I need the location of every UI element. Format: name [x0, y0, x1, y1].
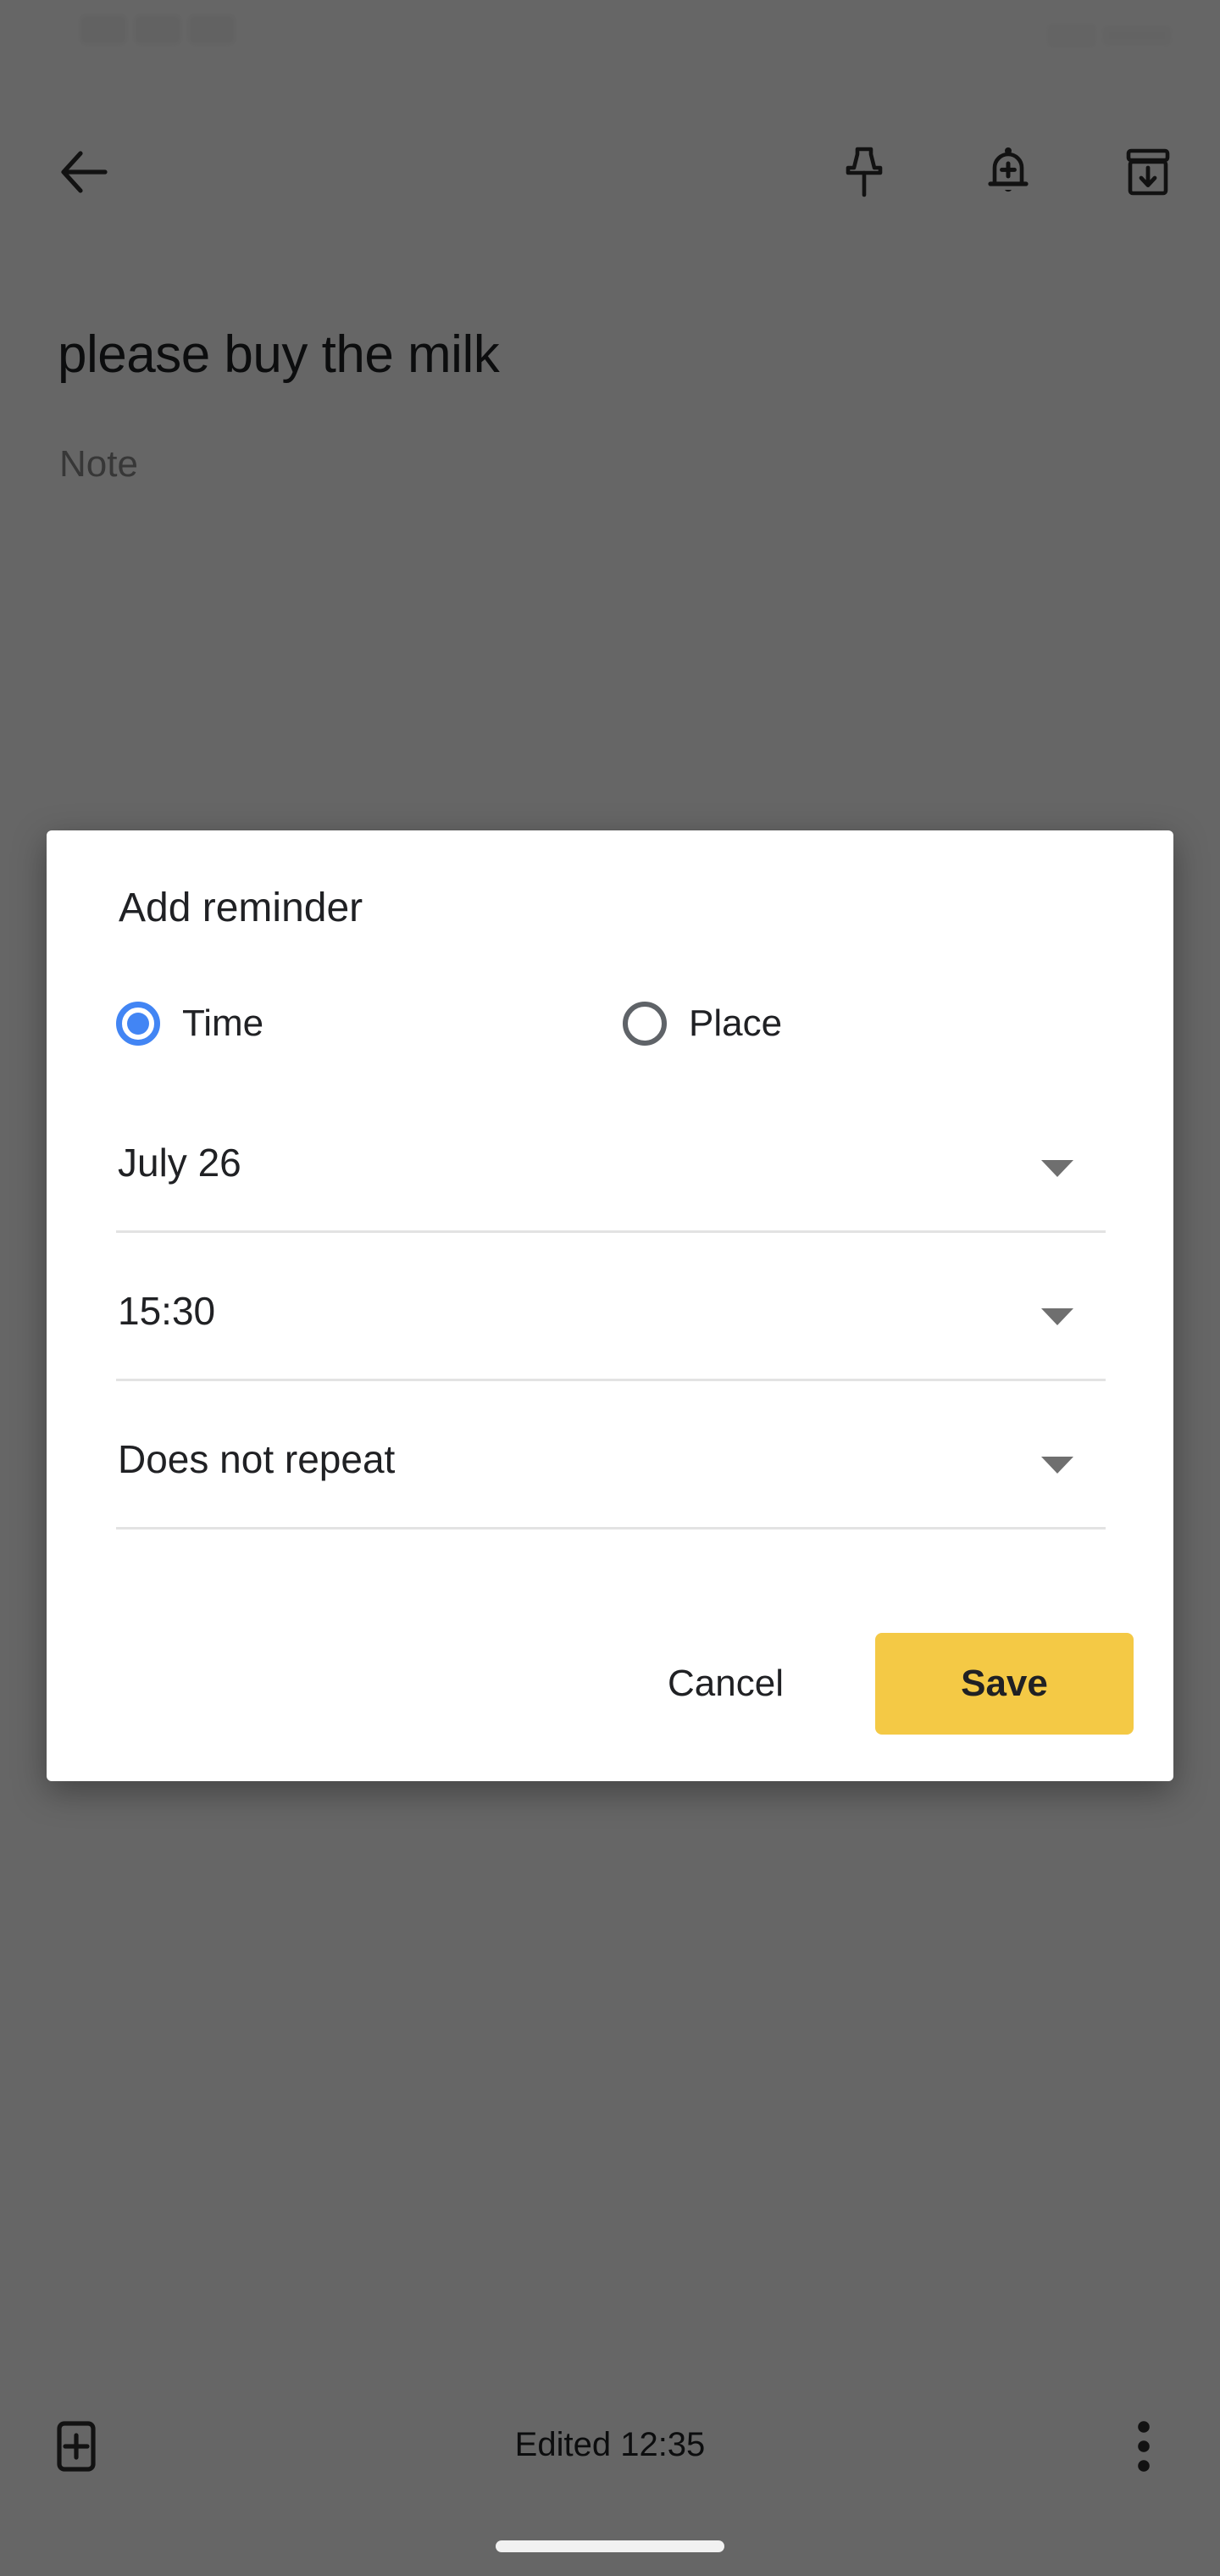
phone-screen: ) — [0, 0, 1220, 2576]
chevron-down-icon — [1041, 1457, 1073, 1474]
radio-unselected-icon[interactable] — [623, 1002, 667, 1046]
radio-option-time[interactable]: Time — [116, 985, 263, 1062]
date-value: July 26 — [118, 1141, 241, 1185]
chevron-down-icon — [1041, 1308, 1073, 1325]
save-button[interactable]: Save — [875, 1633, 1134, 1735]
dialog-action-row: Cancel Save — [47, 1633, 1173, 1735]
radio-label-time: Time — [182, 1002, 264, 1044]
date-dropdown[interactable]: July 26 — [116, 1123, 1106, 1233]
radio-selected-icon[interactable] — [116, 1002, 160, 1046]
repeat-dropdown[interactable]: Does not repeat — [116, 1419, 1106, 1530]
field-underline — [116, 1379, 1106, 1381]
repeat-value: Does not repeat — [118, 1437, 396, 1481]
radio-label-place: Place — [689, 1002, 783, 1044]
reminder-type-radio-group: Time Place — [116, 985, 1107, 1062]
chevron-down-icon — [1041, 1160, 1073, 1177]
radio-option-place[interactable]: Place — [623, 985, 782, 1062]
cancel-button[interactable]: Cancel — [644, 1646, 807, 1721]
field-underline — [116, 1527, 1106, 1530]
dialog-title: Add reminder — [119, 886, 363, 930]
home-indicator — [496, 2540, 724, 2552]
time-value: 15:30 — [118, 1289, 216, 1333]
time-dropdown[interactable]: 15:30 — [116, 1271, 1106, 1381]
add-reminder-dialog: Add reminder Time Place July 26 15:30 Do… — [47, 830, 1173, 1781]
field-underline — [116, 1230, 1106, 1233]
